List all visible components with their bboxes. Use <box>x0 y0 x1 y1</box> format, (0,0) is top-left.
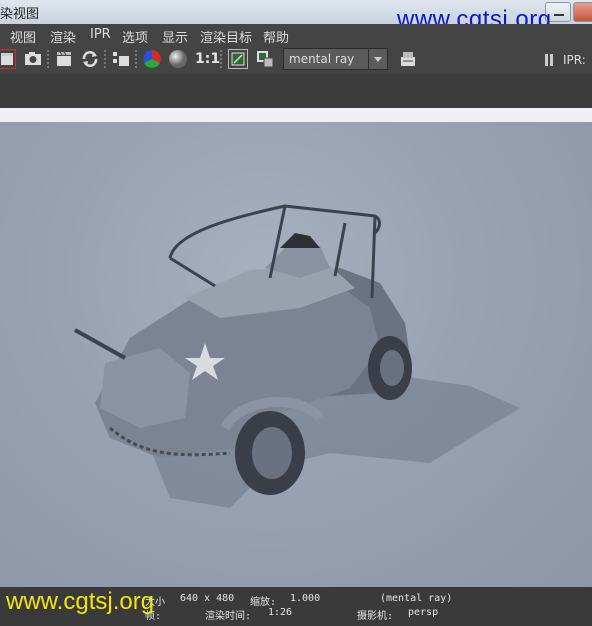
clapper-icon-graphic <box>57 51 71 66</box>
frame-icon-graphic <box>231 52 245 66</box>
keep-icon-graphic <box>257 51 274 68</box>
armored-car-render <box>74 204 520 508</box>
status-zoom-label: 缩放: <box>250 597 277 608</box>
settings-icon-graphic <box>401 52 415 66</box>
region-icon-graphic <box>113 52 129 66</box>
menu-bar: 视图 渲染 IPR 选项 显示 渲染目标 帮助 <box>0 24 592 46</box>
rear-wheel-hub <box>380 350 404 386</box>
minimize-icon <box>554 14 564 16</box>
status-camera-label: 摄影机: <box>357 611 394 622</box>
toolbar-spacer <box>0 74 592 108</box>
viewport-top-edge <box>0 108 592 122</box>
window-title: 染视图 <box>0 7 40 22</box>
keep-image-icon[interactable] <box>255 49 275 69</box>
ipr-label: IPR: <box>563 53 586 67</box>
toolbar-separator <box>104 50 106 70</box>
watermark-bottom: www.cgtsj.org <box>6 588 155 615</box>
ratio-button[interactable]: 1:1 <box>195 51 220 71</box>
toolbar-separator <box>135 50 137 70</box>
menu-ipr[interactable]: IPR <box>90 27 111 42</box>
status-zoom-value: 1.000 <box>290 593 321 604</box>
snapshot-camera-icon[interactable] <box>23 49 43 69</box>
menu-options[interactable]: 选项 <box>122 27 148 46</box>
refresh-icon-graphic <box>82 51 98 67</box>
gun-barrel <box>74 328 126 360</box>
frame-icon[interactable] <box>228 49 248 69</box>
status-time-label: 渲染时间: <box>205 611 252 622</box>
gray-sphere-icon[interactable] <box>168 49 188 69</box>
menu-render-target[interactable]: 渲染目标 <box>200 27 252 46</box>
menu-render[interactable]: 渲染 <box>50 27 76 46</box>
refresh-icon[interactable] <box>80 49 100 69</box>
front-wheel-hub <box>252 427 292 479</box>
rgb-channel-icon[interactable] <box>142 49 162 69</box>
renderer-dropdown[interactable]: mental ray <box>283 48 388 70</box>
pause-icon[interactable] <box>545 54 553 66</box>
status-camera-value: persp <box>408 607 439 618</box>
rgb-icon-graphic <box>143 50 161 68</box>
render-viewport[interactable] <box>0 108 592 587</box>
status-size-value: 640 x 480 <box>180 593 235 604</box>
camera-icon-graphic <box>25 52 41 65</box>
renderer-selected-value: mental ray <box>289 52 355 66</box>
clapper-red-icon[interactable] <box>0 49 16 69</box>
status-time-value: 1:26 <box>268 607 293 618</box>
toolbar-separator <box>220 50 222 70</box>
chevron-down-icon <box>368 49 387 69</box>
menu-help[interactable]: 帮助 <box>263 27 289 46</box>
clapper-red-icon-graphic <box>1 53 13 65</box>
toolbar-separator <box>47 50 49 70</box>
menu-view[interactable]: 视图 <box>10 27 36 46</box>
close-button[interactable] <box>573 2 592 22</box>
status-renderer: (mental ray) <box>380 593 453 604</box>
render-settings-icon[interactable] <box>398 49 418 69</box>
clapper-icon[interactable] <box>54 49 74 69</box>
sphere-icon-graphic <box>169 50 187 68</box>
vehicle-hatch <box>280 233 320 248</box>
region-render-icon[interactable] <box>111 49 131 69</box>
menu-display[interactable]: 显示 <box>162 27 188 46</box>
